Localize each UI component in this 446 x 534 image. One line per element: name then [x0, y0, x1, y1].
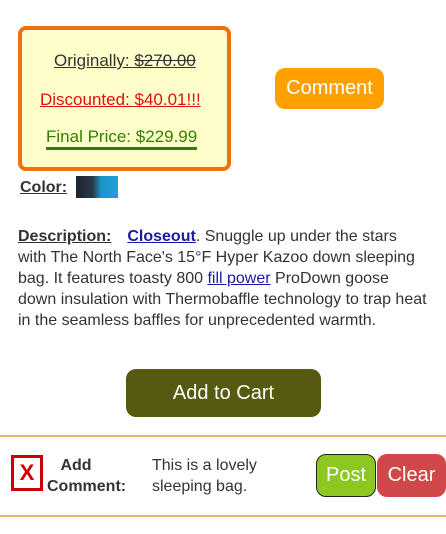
add-comment-label: Add Comment:: [47, 457, 127, 495]
divider-bottom: [0, 515, 446, 517]
color-label: Color:: [20, 179, 68, 196]
fill-power-link[interactable]: fill power: [207, 270, 270, 287]
product-description: Description: Closeout. Snuggle up under t…: [18, 226, 428, 331]
final-price: Final Price: $229.99: [46, 128, 198, 150]
discounted-price: Discounted: $40.01!!!: [40, 90, 201, 109]
add-to-cart-button[interactable]: Add to Cart: [126, 369, 321, 417]
post-button[interactable]: Post: [316, 454, 376, 497]
original-price: Originally: $270.00: [54, 51, 196, 71]
original-price-amount: $270.00: [134, 51, 196, 70]
divider-top: [0, 435, 446, 437]
clear-button[interactable]: Clear: [377, 454, 446, 497]
description-label: Description:: [18, 228, 112, 245]
original-price-label: Originally:: [54, 51, 135, 70]
comment-text: This is a lovely sleeping bag.: [152, 457, 257, 495]
price-box: Originally: $270.00 Discounted: $40.01!!…: [18, 26, 231, 171]
color-swatch[interactable]: [76, 176, 118, 198]
comment-button[interactable]: Comment: [275, 68, 384, 109]
closeout-link[interactable]: Closeout: [127, 228, 195, 245]
close-icon[interactable]: X: [11, 455, 43, 491]
